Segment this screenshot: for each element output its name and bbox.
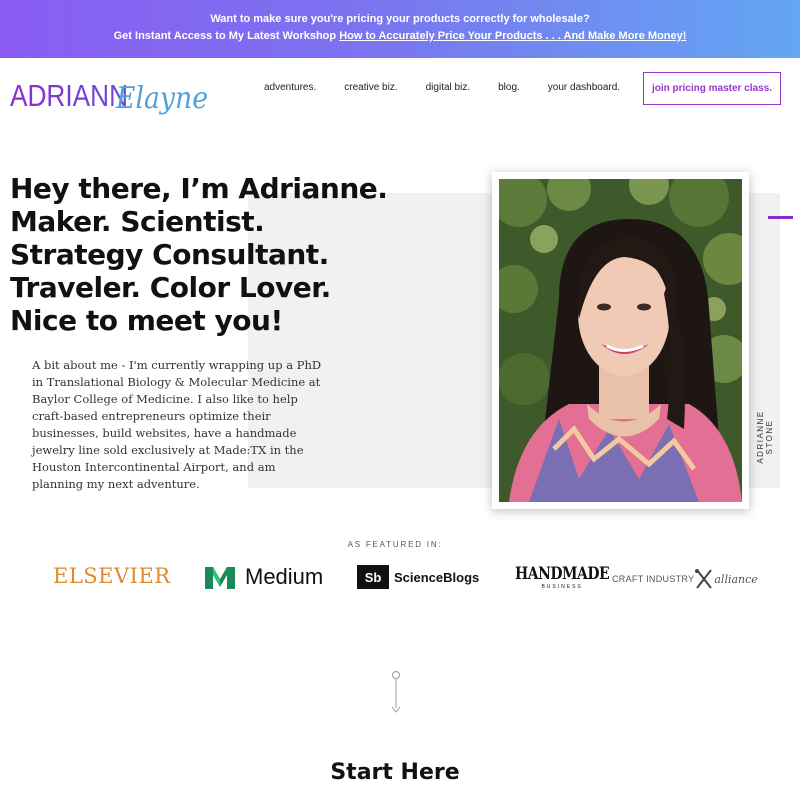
handmade-wordmark: HANDMADE xyxy=(515,564,610,584)
start-here-heading: Start Here xyxy=(330,760,460,785)
join-pricing-button[interactable]: join pricing master class. xyxy=(643,72,781,105)
scienceblogs-logo: Sb ScienceBlogs xyxy=(357,565,479,589)
scienceblogs-mark: Sb xyxy=(357,565,389,589)
crossed-tools-icon xyxy=(695,569,713,589)
promo-prefix: Get Instant Access to My Latest Workshop xyxy=(113,30,337,42)
promo-line-1: Want to make sure you're pricing your pr… xyxy=(210,13,590,25)
headline-line-5: Nice to meet you! xyxy=(10,304,283,337)
profile-photo xyxy=(499,179,742,502)
workshop-link[interactable]: How to Accurately Price Your Products . … xyxy=(339,30,686,42)
nav-creative-biz[interactable]: creative biz. xyxy=(344,82,397,93)
headline-line-3: Strategy Consultant. xyxy=(10,238,329,271)
photo-caption: ADRIANNE STONE xyxy=(756,410,774,464)
logo-part-1: ADRIANN xyxy=(10,78,128,113)
main-nav: adventures. creative biz. digital biz. b… xyxy=(264,82,648,93)
headline-line-4: Traveler. Color Lover. xyxy=(10,271,331,304)
headline-line-1: Hey there, I’m Adrianne. xyxy=(10,172,388,205)
craft-industry-alliance-logo: CRAFT INDUSTRY alliance xyxy=(612,568,758,590)
handmade-subtext: BUSINESS xyxy=(541,584,583,590)
medium-logo: Medium xyxy=(205,564,323,590)
about-paragraph: A bit about me - I'm currently wrapping … xyxy=(32,358,322,491)
elsevier-logo: ELSEVIER xyxy=(53,564,171,588)
profile-photo-frame xyxy=(492,172,749,509)
nav-adventures[interactable]: adventures. xyxy=(264,82,316,93)
medium-m-icon xyxy=(205,567,235,589)
scroll-down-icon[interactable] xyxy=(389,670,403,716)
medium-wordmark: Medium xyxy=(245,564,324,589)
accent-line xyxy=(768,216,793,219)
craft-industry-text: CRAFT INDUSTRY xyxy=(612,574,695,584)
nav-blog[interactable]: blog. xyxy=(498,82,520,93)
nav-digital-biz[interactable]: digital biz. xyxy=(426,82,470,93)
promo-line-2: Get Instant Access to My Latest Workshop… xyxy=(0,28,800,45)
hero-headline: Hey there, I’m Adrianne. Maker. Scientis… xyxy=(10,172,410,337)
handmade-business-logo: HANDMADE BUSINESS xyxy=(515,564,610,590)
scienceblogs-wordmark: ScienceBlogs xyxy=(394,569,480,585)
featured-label: AS FEATURED IN: xyxy=(347,540,443,549)
alliance-text: alliance xyxy=(714,572,758,586)
site-logo[interactable]: ADRIANN Elayne xyxy=(10,68,210,124)
nav-your-dashboard[interactable]: your dashboard. xyxy=(548,82,620,93)
headline-line-2: Maker. Scientist. xyxy=(10,205,265,238)
promo-banner: Want to make sure you're pricing your pr… xyxy=(0,0,800,58)
logo-part-2: Elayne xyxy=(115,81,208,116)
